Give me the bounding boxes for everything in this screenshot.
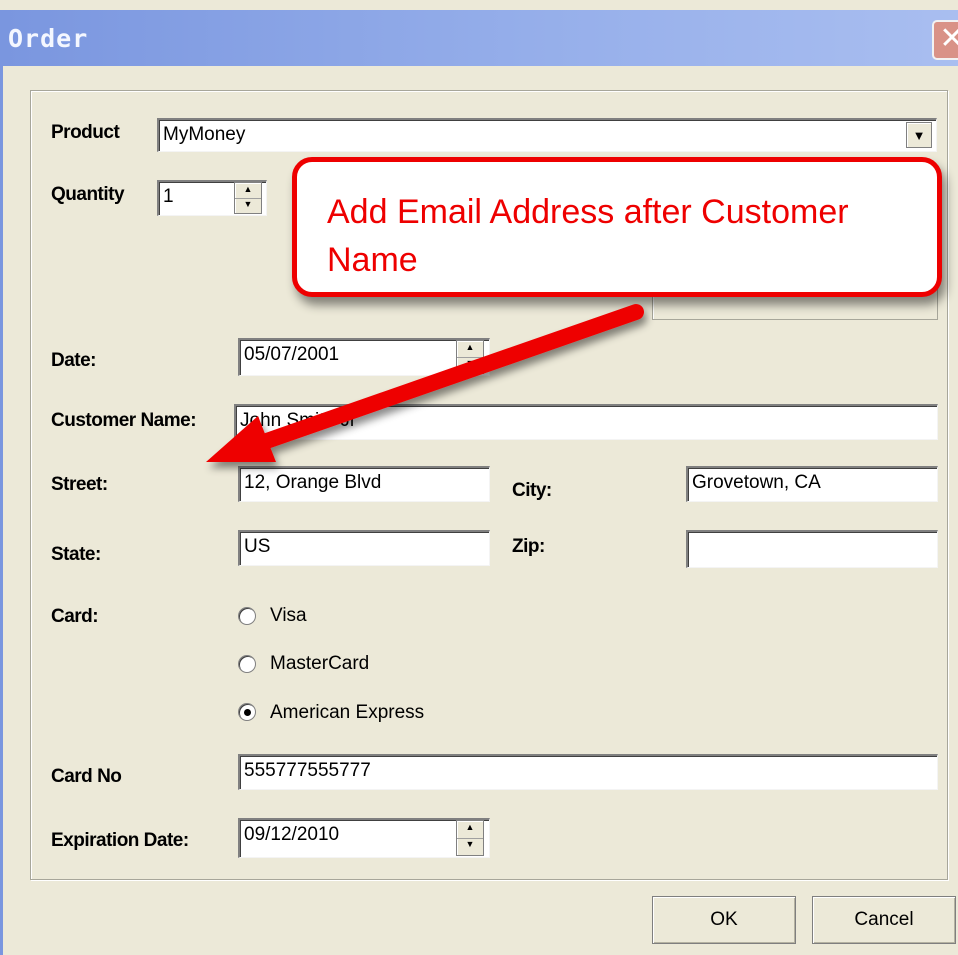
radio-visa[interactable] xyxy=(238,607,256,625)
card-no-value: 555777555777 xyxy=(244,760,371,781)
expiration-date-value: 09/12/2010 xyxy=(244,824,340,845)
customer-name-input[interactable]: John Smith Jr xyxy=(234,404,938,440)
spin-down-icon[interactable]: ▼ xyxy=(457,838,483,855)
radio-mastercard[interactable] xyxy=(238,655,256,673)
city-label: City: xyxy=(512,480,552,501)
state-value: US xyxy=(244,536,271,557)
street-input[interactable]: 12, Orange Blvd xyxy=(238,466,490,502)
state-label: State: xyxy=(51,544,101,565)
ok-button[interactable]: OK xyxy=(652,896,796,944)
quantity-spin[interactable]: ▲ ▼ xyxy=(234,182,262,214)
radio-visa-label[interactable]: Visa xyxy=(270,605,307,627)
chevron-down-icon[interactable]: ▼ xyxy=(906,122,932,148)
expiration-date-picker[interactable]: 09/12/2010 xyxy=(238,818,490,858)
city-value: Grovetown, CA xyxy=(692,472,821,493)
city-input[interactable]: Grovetown, CA xyxy=(686,466,938,502)
date-spin[interactable]: ▲ ▼ xyxy=(456,340,484,374)
annotation-callout: Add Email Address after Customer Name xyxy=(292,157,942,297)
radio-mastercard-label[interactable]: MasterCard xyxy=(270,653,369,675)
radio-american-express-label[interactable]: American Express xyxy=(270,702,424,724)
card-no-label: Card No xyxy=(51,766,122,787)
date-picker[interactable]: 05/07/2001 xyxy=(238,338,490,376)
customer-name-label: Customer Name: xyxy=(51,410,197,431)
customer-name-value: John Smith Jr xyxy=(240,410,357,431)
quantity-value: 1 xyxy=(163,186,174,207)
card-no-input[interactable]: 555777555777 xyxy=(238,754,938,790)
expiration-spin[interactable]: ▲ ▼ xyxy=(456,820,484,856)
state-input[interactable]: US xyxy=(238,530,490,566)
window-title: Order xyxy=(8,24,89,53)
product-select[interactable]: MyMoney xyxy=(157,118,937,152)
street-label: Street: xyxy=(51,474,108,495)
spin-up-icon[interactable]: ▲ xyxy=(235,183,261,199)
street-value: 12, Orange Blvd xyxy=(244,472,382,493)
zip-label: Zip: xyxy=(512,536,545,557)
card-label: Card: xyxy=(51,606,99,627)
expiration-date-label: Expiration Date: xyxy=(51,830,189,851)
radio-american-express[interactable] xyxy=(238,703,256,721)
annotation-text: Add Email Address after Customer Name xyxy=(327,193,849,279)
window-border xyxy=(0,66,3,955)
date-value: 05/07/2001 xyxy=(244,344,340,365)
date-label: Date: xyxy=(51,350,97,371)
quantity-label: Quantity xyxy=(51,184,125,205)
title-bar[interactable] xyxy=(0,10,958,66)
spin-up-icon[interactable]: ▲ xyxy=(457,821,483,839)
zip-input[interactable] xyxy=(686,530,938,568)
order-window: Order ✕ Product MyMoney ▼ Quantity 1 ▲ ▼… xyxy=(0,0,958,955)
cancel-button[interactable]: Cancel xyxy=(812,896,956,944)
spin-down-icon[interactable]: ▼ xyxy=(457,357,483,373)
spin-up-icon[interactable]: ▲ xyxy=(457,341,483,358)
radio-selected-dot xyxy=(244,709,251,716)
close-icon[interactable]: ✕ xyxy=(932,20,958,60)
product-value: MyMoney xyxy=(163,124,246,145)
spin-down-icon[interactable]: ▼ xyxy=(235,198,261,213)
product-label: Product xyxy=(51,122,120,143)
